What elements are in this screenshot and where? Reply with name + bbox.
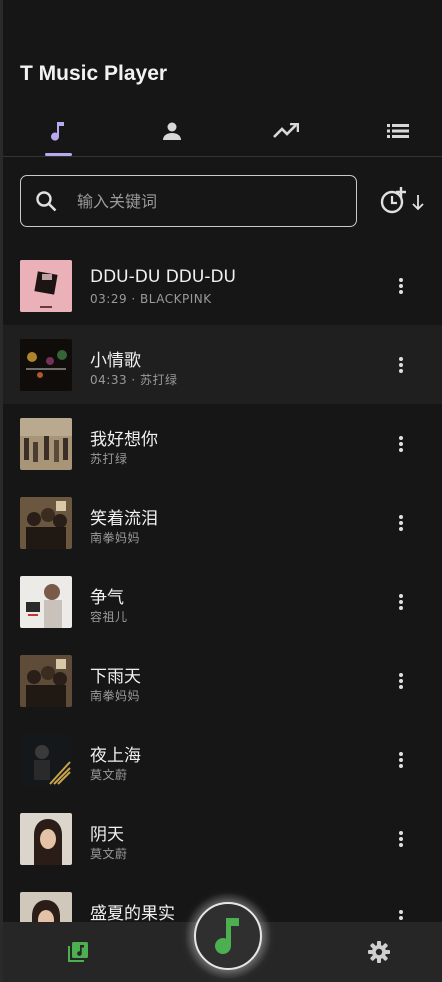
more-options-button[interactable]: [387, 905, 415, 922]
album-cover: [20, 497, 72, 549]
album-cover: [20, 418, 72, 470]
library-button[interactable]: [58, 932, 98, 972]
more-vert-icon: [399, 673, 403, 689]
song-row[interactable]: 笑着流泪 南拳妈妈: [3, 483, 442, 562]
song-row[interactable]: DDU-DU DDU-DU 03:29 · BLACKPINK: [3, 246, 442, 325]
more-vert-icon: [399, 436, 403, 452]
song-meta: 南拳妈妈: [90, 531, 141, 545]
now-playing-button[interactable]: [194, 902, 262, 970]
song-title: 我好想你: [90, 430, 158, 450]
song-list: DDU-DU DDU-DU 03:29 · BLACKPINK 小情歌 04:3…: [3, 246, 442, 922]
trending-up-icon: [273, 123, 299, 138]
song-title: 夜上海: [90, 746, 141, 766]
more-vert-icon: [399, 752, 403, 768]
settings-button[interactable]: [359, 932, 399, 972]
app-window: T Music Player DDU-DU DDU-DU 03:29 · BLA…: [3, 0, 442, 982]
album-cover: [20, 892, 72, 922]
person-icon: [163, 122, 181, 140]
tab-bar: [3, 106, 442, 156]
song-title: 下雨天: [90, 667, 141, 687]
music-note-icon: [51, 122, 64, 141]
more-options-button[interactable]: [387, 589, 415, 615]
more-options-button[interactable]: [387, 747, 415, 773]
song-row[interactable]: 我好想你 苏打绿: [3, 404, 442, 483]
more-options-button[interactable]: [387, 510, 415, 536]
album-cover: [20, 260, 72, 312]
song-title: 争气: [90, 588, 124, 608]
tab-artists[interactable]: [117, 106, 227, 156]
more-vert-icon: [399, 278, 403, 294]
song-title: 盛夏的果实: [90, 904, 175, 922]
more-options-button[interactable]: [387, 273, 415, 299]
music-note-icon: [215, 918, 239, 955]
song-meta: 南拳妈妈: [90, 689, 141, 703]
song-meta: 容祖儿: [90, 610, 128, 624]
tab-trending[interactable]: [231, 106, 341, 156]
song-row[interactable]: 争气 容祖儿: [3, 562, 442, 641]
song-title: 小情歌: [90, 351, 141, 371]
search-icon: [36, 191, 57, 212]
song-row[interactable]: 阴天 莫文蔚: [3, 799, 442, 878]
music-library-icon: [68, 942, 88, 962]
history-sort-icon: [380, 187, 424, 214]
more-vert-icon: [399, 357, 403, 373]
tabs-divider: [3, 156, 442, 157]
song-row[interactable]: 夜上海 莫文蔚: [3, 720, 442, 799]
more-options-button[interactable]: [387, 431, 415, 457]
more-vert-icon: [399, 515, 403, 531]
album-cover: [20, 339, 72, 391]
search-input[interactable]: [77, 186, 347, 216]
tab-songs[interactable]: [3, 106, 113, 156]
album-cover: [20, 655, 72, 707]
song-row[interactable]: 下雨天 南拳妈妈: [3, 641, 442, 720]
more-options-button[interactable]: [387, 668, 415, 694]
gear-icon: [368, 941, 390, 963]
more-options-button[interactable]: [387, 352, 415, 378]
more-vert-icon: [399, 594, 403, 610]
song-title: 阴天: [90, 825, 124, 845]
search-box[interactable]: [20, 175, 357, 227]
tab-playlists[interactable]: [343, 106, 442, 156]
list-icon: [387, 124, 409, 138]
more-vert-icon: [399, 910, 403, 920]
more-options-button[interactable]: [387, 826, 415, 852]
album-cover: [20, 734, 72, 786]
song-row[interactable]: 小情歌 04:33 · 苏打绿: [3, 325, 442, 404]
album-cover: [20, 813, 72, 865]
song-meta: 莫文蔚: [90, 768, 128, 782]
album-cover: [20, 576, 72, 628]
sort-button[interactable]: [379, 183, 431, 219]
more-vert-icon: [399, 831, 403, 847]
song-meta: 03:29 · BLACKPINK: [90, 292, 212, 306]
song-meta: 苏打绿: [90, 452, 128, 466]
app-title: T Music Player: [20, 62, 168, 85]
song-title: DDU-DU DDU-DU: [90, 267, 236, 287]
song-meta: 04:33 · 苏打绿: [90, 373, 178, 387]
song-title: 笑着流泪: [90, 509, 158, 529]
song-meta: 莫文蔚: [90, 847, 128, 861]
